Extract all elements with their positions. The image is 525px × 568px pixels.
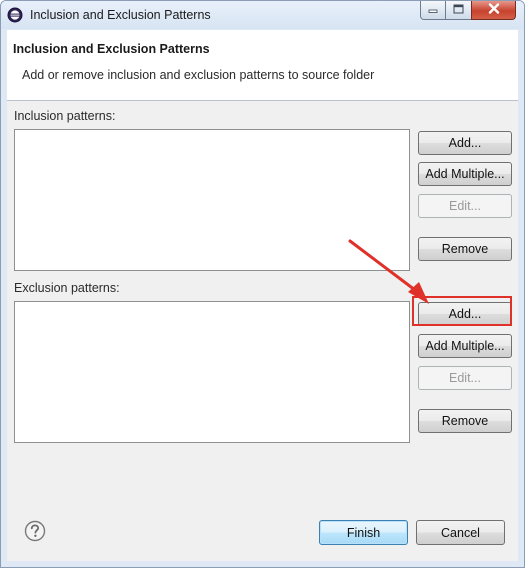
- inclusion-edit-button[interactable]: Edit...: [418, 194, 512, 218]
- window-title: Inclusion and Exclusion Patterns: [30, 8, 211, 22]
- dialog-content: Inclusion patterns: Add... Add Multiple.…: [7, 101, 518, 561]
- exclusion-edit-button[interactable]: Edit...: [418, 366, 512, 390]
- inclusion-patterns-list[interactable]: [14, 129, 410, 271]
- maximize-icon: [453, 3, 464, 17]
- exclusion-patterns-label: Exclusion patterns:: [14, 281, 120, 295]
- dialog-window: Inclusion and Exclusion Patterns Inclusi…: [0, 0, 525, 568]
- exclusion-remove-button[interactable]: Remove: [418, 409, 512, 433]
- cancel-button[interactable]: Cancel: [416, 520, 505, 545]
- header-title: Inclusion and Exclusion Patterns: [13, 42, 210, 56]
- inclusion-add-button[interactable]: Add...: [418, 131, 512, 155]
- eclipse-app-icon: [7, 7, 23, 23]
- close-button[interactable]: [471, 1, 516, 20]
- inclusion-patterns-label: Inclusion patterns:: [14, 109, 116, 123]
- header-description: Add or remove inclusion and exclusion pa…: [22, 68, 375, 82]
- inclusion-add-multiple-button[interactable]: Add Multiple...: [418, 162, 512, 186]
- dialog-header: Inclusion and Exclusion Patterns Add or …: [7, 30, 518, 101]
- exclusion-patterns-list[interactable]: [14, 301, 410, 443]
- exclusion-add-multiple-button[interactable]: Add Multiple...: [418, 334, 512, 358]
- finish-button[interactable]: Finish: [319, 520, 408, 545]
- inclusion-remove-button[interactable]: Remove: [418, 237, 512, 261]
- maximize-button[interactable]: [445, 1, 472, 20]
- minimize-button[interactable]: [420, 1, 446, 20]
- minimize-icon: [428, 3, 438, 17]
- help-icon[interactable]: [24, 520, 46, 542]
- close-icon: [488, 3, 500, 17]
- annotation-highlight-box: [412, 296, 512, 326]
- title-bar[interactable]: Inclusion and Exclusion Patterns: [1, 1, 524, 29]
